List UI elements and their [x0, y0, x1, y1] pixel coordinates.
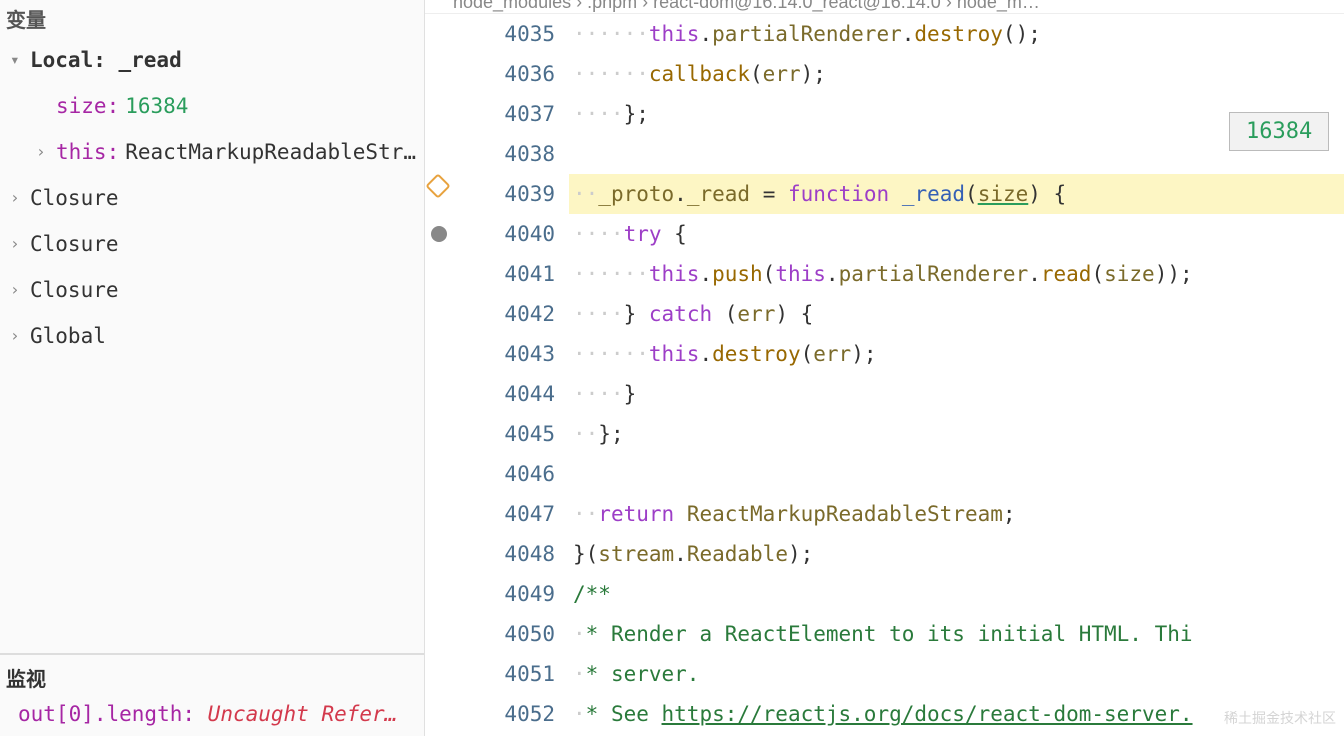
line-number[interactable]: 4050 [459, 614, 555, 654]
watch-row[interactable]: out[0].length: Uncaught Refer… [0, 700, 424, 728]
scope-row[interactable]: ›this: ReactMarkupReadableStr… [0, 129, 424, 175]
gutter-mark-cell[interactable] [425, 334, 459, 374]
breadcrumb[interactable]: node_modules › .pnpm › react-dom@16.14.0… [425, 0, 1344, 14]
watch-title: 监视 [0, 663, 424, 700]
variables-title: 变量 [0, 0, 424, 37]
gutter-mark-cell[interactable] [425, 614, 459, 654]
code-line[interactable]: ·* Render a ReactElement to its initial … [569, 614, 1344, 654]
watermark: 稀土掘金技术社区 [1224, 708, 1336, 728]
chevron-icon: › [10, 179, 24, 217]
gutter-mark-cell[interactable] [425, 494, 459, 534]
line-number[interactable]: 4049 [459, 574, 555, 614]
gutter-marks[interactable] [425, 14, 459, 736]
chevron-icon: › [10, 271, 24, 309]
gutter-mark-cell[interactable] [425, 94, 459, 134]
gutter-mark-cell[interactable] [425, 214, 459, 254]
gutter-mark-cell[interactable] [425, 254, 459, 294]
scope-row[interactable]: ▾Local: _read [0, 37, 424, 83]
chevron-icon: ▾ [10, 41, 24, 79]
scope-row[interactable]: ›Closure [0, 175, 424, 221]
line-number[interactable]: 4046 [459, 454, 555, 494]
chevron-icon: › [10, 317, 24, 355]
code-line[interactable]: ····try { [569, 214, 1344, 254]
line-number[interactable]: 4048 [459, 534, 555, 574]
code-line[interactable]: ··return ReactMarkupReadableStream; [569, 494, 1344, 534]
watch-value: Uncaught Refer… [208, 702, 398, 726]
scope-row[interactable]: size: 16384 [0, 83, 424, 129]
code-line[interactable]: ··}; [569, 414, 1344, 454]
gutter-mark-cell[interactable] [425, 694, 459, 734]
line-number[interactable]: 4038 [459, 134, 555, 174]
gutter-mark-cell[interactable] [425, 374, 459, 414]
chevron-icon: › [36, 133, 50, 171]
code-content[interactable]: 16384 ······this.partialRenderer.destroy… [569, 14, 1344, 736]
debug-sidebar: 变量 ▾Local: _readsize: 16384›this: ReactM… [0, 0, 425, 736]
code-line[interactable]: }(stream.Readable); [569, 534, 1344, 574]
gutter-mark-cell[interactable] [425, 454, 459, 494]
line-number[interactable]: 4036 [459, 54, 555, 94]
line-number[interactable]: 4041 [459, 254, 555, 294]
chevron-icon: › [10, 225, 24, 263]
scope-label: Closure [30, 179, 119, 217]
gutter-mark-cell[interactable] [425, 14, 459, 54]
scope-label: Global [30, 317, 106, 355]
scope-row[interactable]: ›Closure [0, 267, 424, 313]
scope-label: Closure [30, 225, 119, 263]
var-value: 16384 [125, 87, 188, 125]
gutter-mark-cell[interactable] [425, 574, 459, 614]
code-line[interactable]: ····} [569, 374, 1344, 414]
code-line[interactable] [569, 454, 1344, 494]
line-number[interactable]: 4043 [459, 334, 555, 374]
scope-row[interactable]: ›Closure [0, 221, 424, 267]
code-line[interactable]: ······this.destroy(err); [569, 334, 1344, 374]
gutter-mark-cell[interactable] [425, 414, 459, 454]
line-number[interactable]: 4044 [459, 374, 555, 414]
breakpoint-dot-icon [431, 226, 447, 242]
code-line[interactable] [569, 134, 1344, 174]
line-number[interactable]: 4047 [459, 494, 555, 534]
line-number[interactable]: 4042 [459, 294, 555, 334]
gutter-mark-cell[interactable] [425, 294, 459, 334]
code-line[interactable]: ····} catch (err) { [569, 294, 1344, 334]
code-line[interactable]: ······this.partialRenderer.destroy(); [569, 14, 1344, 54]
gutter-mark-cell[interactable] [425, 534, 459, 574]
var-key: this: [56, 133, 119, 171]
gutter-mark-cell[interactable] [425, 654, 459, 694]
scope-row[interactable]: ›Global [0, 313, 424, 359]
code-line[interactable]: ·* server. [569, 654, 1344, 694]
watch-expr: out[0].length: [18, 702, 195, 726]
line-number-gutter[interactable]: 4035403640374038403940404041404240434044… [459, 14, 569, 736]
code-line[interactable]: /** [569, 574, 1344, 614]
variables-panel: 变量 ▾Local: _readsize: 16384›this: ReactM… [0, 0, 424, 653]
editor-pane: node_modules › .pnpm › react-dom@16.14.0… [425, 0, 1344, 736]
var-value: ReactMarkupReadableStr… [125, 133, 416, 171]
gutter-mark-cell[interactable] [425, 134, 459, 174]
gutter-mark-cell[interactable] [425, 174, 459, 214]
current-breakpoint-icon [425, 173, 450, 198]
code-line[interactable]: ····}; [569, 94, 1344, 134]
code-line[interactable]: ··_proto._read = function _read(size) { [569, 174, 1344, 214]
code-area: 4035403640374038403940404041404240434044… [425, 14, 1344, 736]
line-number[interactable]: 4035 [459, 14, 555, 54]
var-key: size: [56, 87, 119, 125]
scope-label: Closure [30, 271, 119, 309]
scope-label: Local: _read [30, 41, 182, 79]
line-number[interactable]: 4051 [459, 654, 555, 694]
code-line[interactable]: ······callback(err); [569, 54, 1344, 94]
watch-panel: 监视 out[0].length: Uncaught Refer… [0, 653, 424, 736]
code-line[interactable]: ······this.push(this.partialRenderer.rea… [569, 254, 1344, 294]
line-number[interactable]: 4040 [459, 214, 555, 254]
line-number[interactable]: 4045 [459, 414, 555, 454]
line-number[interactable]: 4052 [459, 694, 555, 734]
gutter-mark-cell[interactable] [425, 54, 459, 94]
line-number[interactable]: 4037 [459, 94, 555, 134]
line-number[interactable]: 4039 [459, 174, 555, 214]
